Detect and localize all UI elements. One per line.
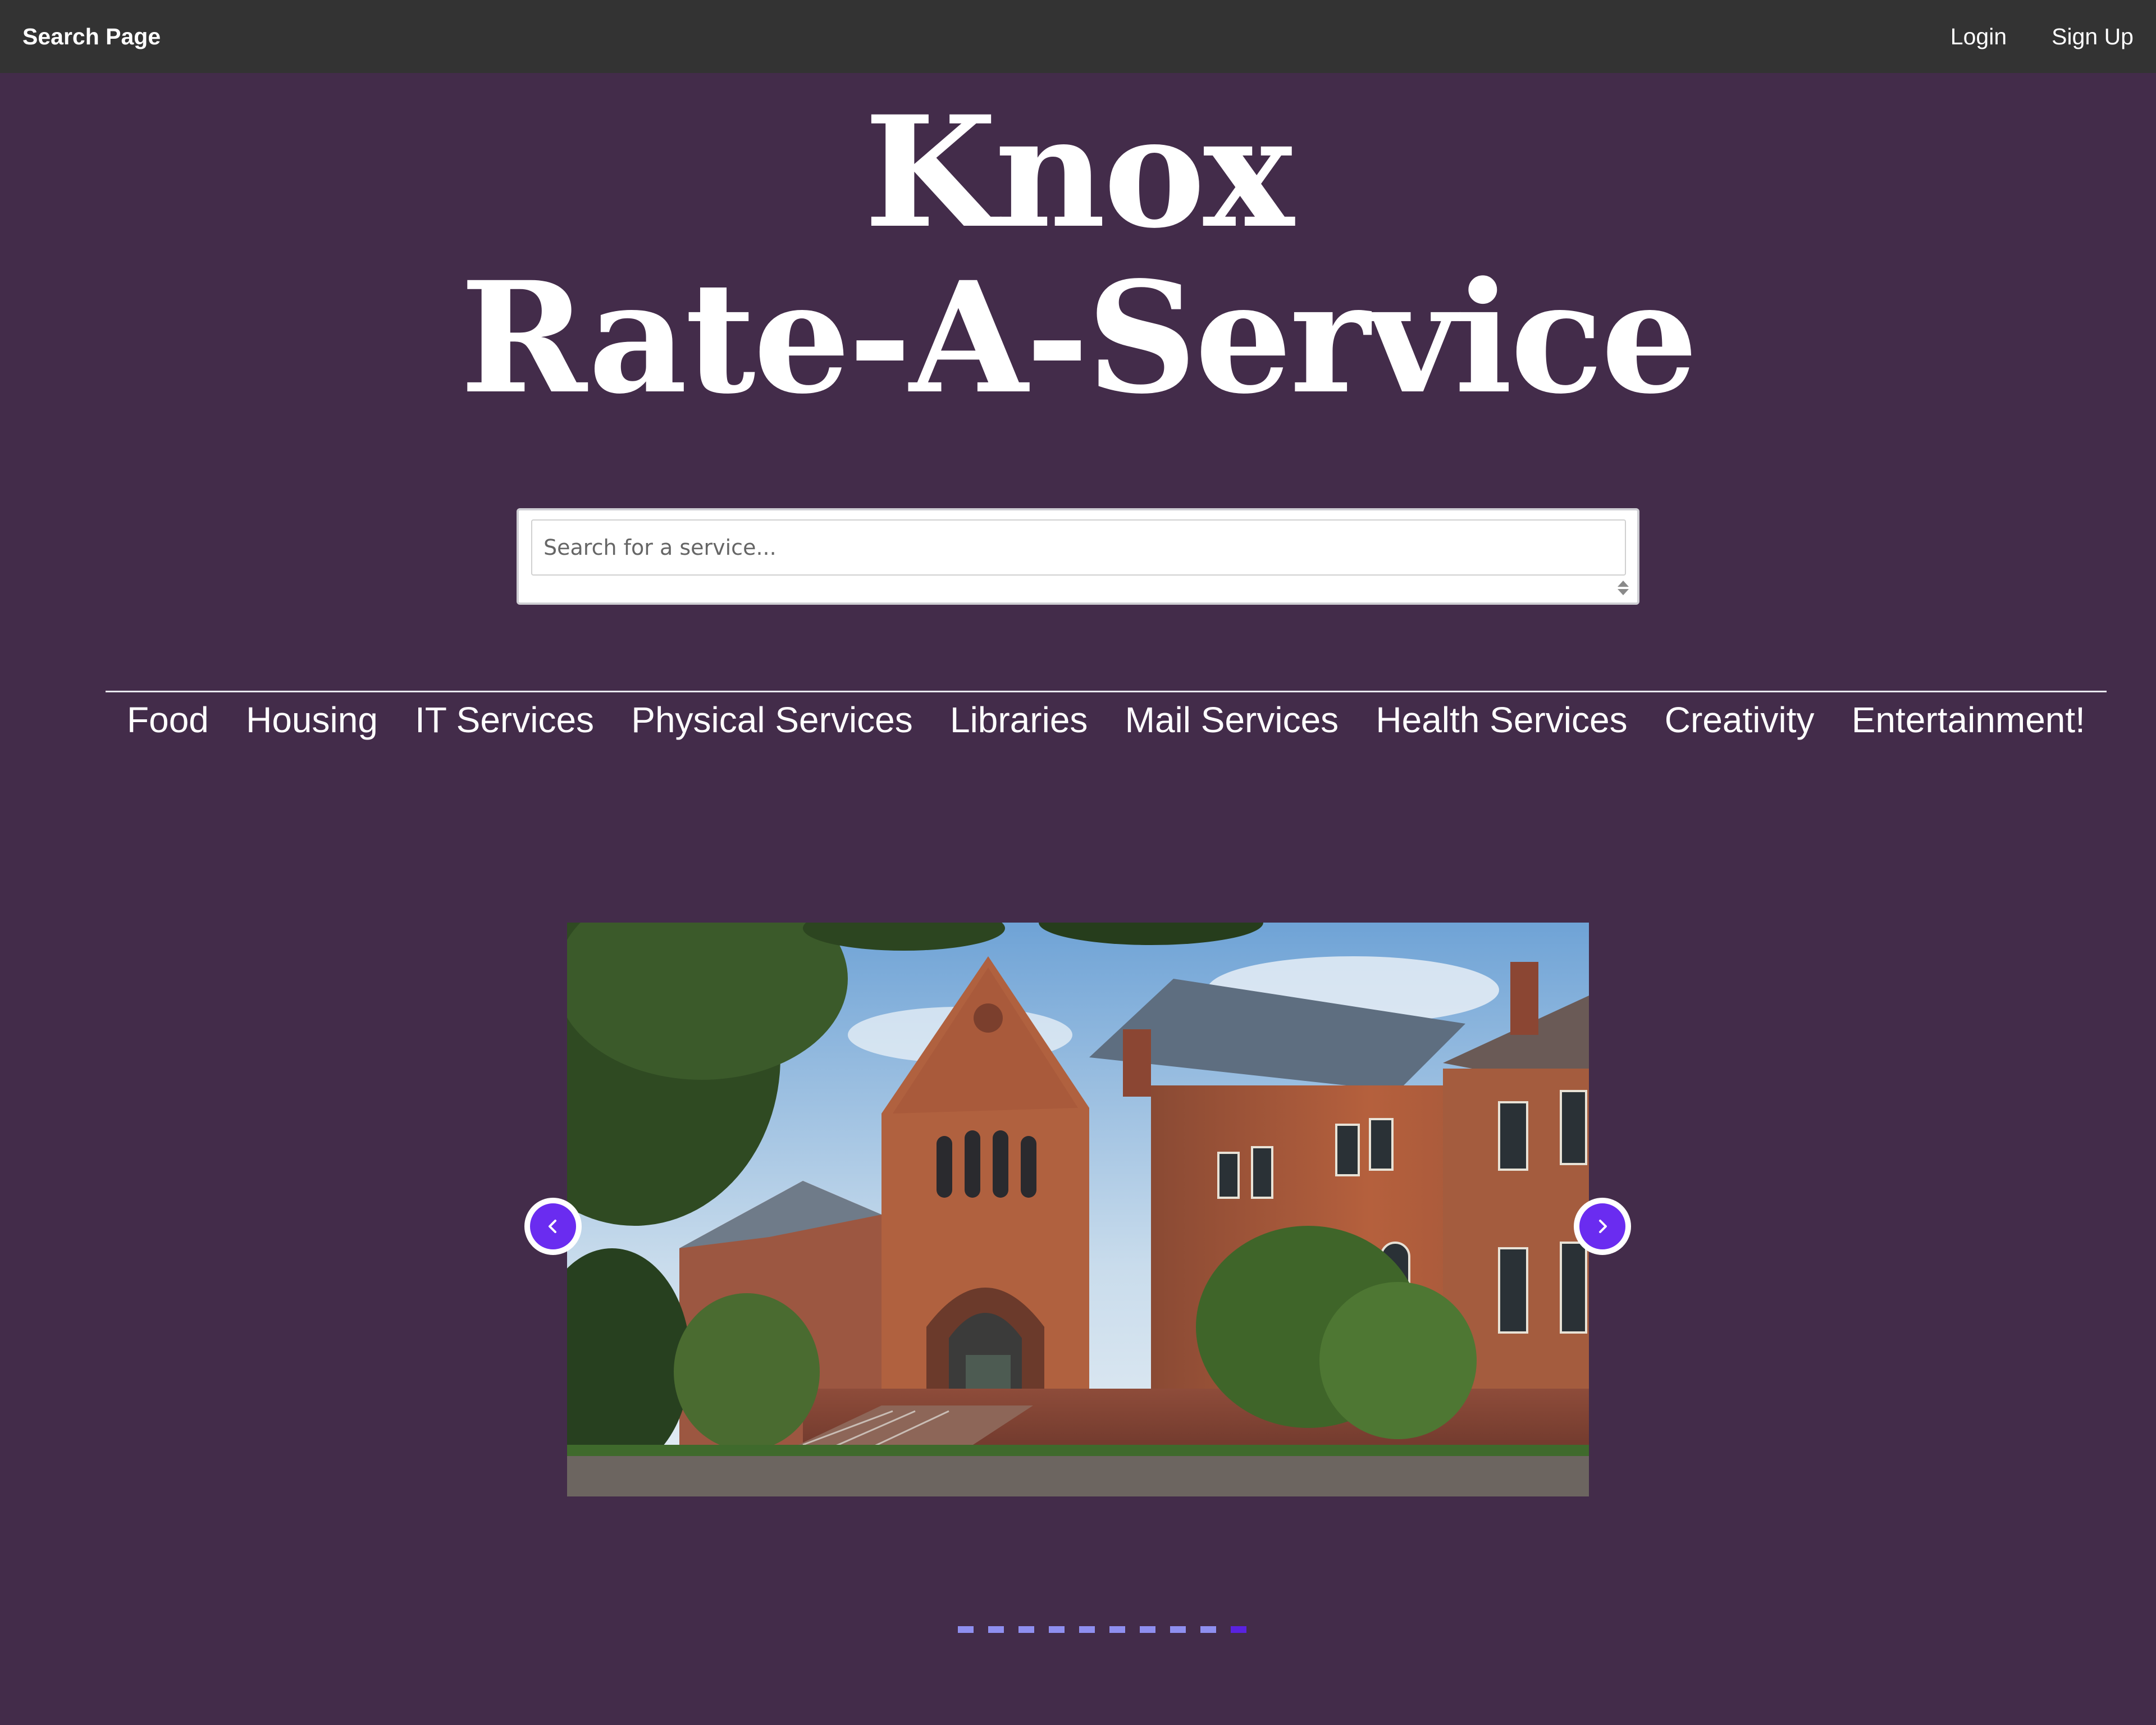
category-mail-services[interactable]: Mail Services [1125, 699, 1339, 741]
category-creativity[interactable]: Creativity [1665, 699, 1815, 741]
carousel-indicator-dot[interactable] [1109, 1626, 1125, 1633]
category-health-services[interactable]: Health Services [1376, 699, 1627, 741]
carousel-indicator-dot[interactable] [958, 1626, 974, 1633]
auth-links: Login Sign Up [1951, 24, 2134, 50]
search-container [517, 508, 1639, 605]
carousel-indicator-dot[interactable] [1170, 1626, 1186, 1633]
spinner-up-icon [1618, 581, 1629, 587]
title-line-2: Rate-A-Service [460, 249, 1698, 428]
carousel-indicator-dot[interactable] [1049, 1626, 1065, 1633]
carousel-indicator-dot[interactable] [988, 1626, 1004, 1633]
signup-link[interactable]: Sign Up [2052, 24, 2134, 50]
carousel-indicator-dot[interactable] [1079, 1626, 1095, 1633]
search-input[interactable] [531, 519, 1626, 576]
category-it-services[interactable]: IT Services [415, 699, 594, 741]
category-nav: Food Housing IT Services Physical Servic… [106, 691, 2107, 747]
login-link[interactable]: Login [1951, 24, 2007, 50]
top-navbar: Search Page Login Sign Up [0, 0, 2156, 73]
image-carousel [567, 923, 1589, 1496]
brand-link[interactable]: Search Page [22, 24, 161, 50]
category-libraries[interactable]: Libraries [950, 699, 1088, 741]
carousel-slide-building-photo [567, 923, 1589, 1496]
carousel-prev-button[interactable] [524, 1198, 582, 1255]
category-housing[interactable]: Housing [246, 699, 378, 741]
category-food[interactable]: Food [127, 699, 209, 741]
carousel-indicator-dot[interactable] [1018, 1626, 1034, 1633]
title-line-1: Knox [864, 83, 1294, 262]
resize-spinner-icon[interactable] [1615, 577, 1632, 599]
carousel-indicator-dot[interactable] [1231, 1626, 1246, 1633]
carousel-next-button[interactable] [1574, 1198, 1631, 1255]
page-title: Knox Rate-A-Service [0, 90, 2156, 421]
chevron-left-icon [549, 1220, 556, 1233]
carousel-indicator-dot[interactable] [1200, 1626, 1216, 1633]
category-physical-services[interactable]: Physical Services [631, 699, 913, 741]
spinner-down-icon [1618, 589, 1629, 595]
carousel-indicators [958, 1626, 1246, 1633]
campus-building-image [567, 923, 1589, 1496]
chevron-right-icon [1599, 1220, 1607, 1233]
carousel-indicator-dot[interactable] [1140, 1626, 1155, 1633]
category-entertainment[interactable]: Entertainment! [1852, 699, 2085, 741]
